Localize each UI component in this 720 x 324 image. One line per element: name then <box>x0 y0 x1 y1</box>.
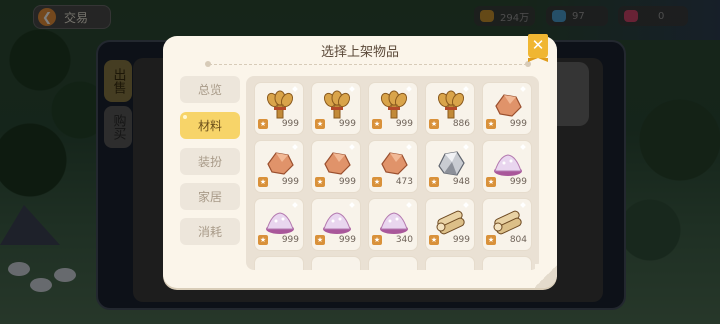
select-item-modal: 选择上架物品 ✕ 总览 材料 装扮 家居 消耗 ★ 999 ★ 999 ★ 999 ★ 886… <box>163 34 557 288</box>
category-tab-furniture[interactable]: 家居 <box>180 183 240 210</box>
wood-icon <box>492 206 524 236</box>
copper-icon <box>378 148 410 178</box>
star-badge-icon: ★ <box>315 119 325 129</box>
item-count: 999 <box>338 235 356 245</box>
star-badge-icon: ★ <box>486 235 496 245</box>
item-count: 999 <box>338 119 356 129</box>
inventory-item[interactable]: ★ 999 <box>254 82 304 135</box>
star-badge-icon: ★ <box>486 119 496 129</box>
inventory-item[interactable]: ★ 804 <box>482 198 532 251</box>
copper-icon <box>264 148 296 178</box>
inventory-item[interactable]: ★ 473 <box>368 140 418 193</box>
crystal-icon <box>378 206 410 236</box>
crystal-icon <box>321 206 353 236</box>
inventory-item[interactable]: ★ 999 <box>482 82 532 135</box>
inventory-item-partial[interactable] <box>425 256 475 270</box>
star-badge-icon: ★ <box>372 177 382 187</box>
star-badge-icon: ★ <box>315 235 325 245</box>
star-badge-icon: ★ <box>372 235 382 245</box>
inventory-item-partial[interactable] <box>368 256 418 270</box>
item-count: 999 <box>509 119 527 129</box>
item-count: 886 <box>452 119 470 129</box>
wood-icon <box>435 206 467 236</box>
star-badge-icon: ★ <box>486 177 496 187</box>
copper-icon <box>321 148 353 178</box>
inventory-item[interactable]: ★ 999 <box>311 198 361 251</box>
title-divider <box>209 64 527 65</box>
item-count: 473 <box>395 177 413 187</box>
star-badge-icon: ★ <box>315 177 325 187</box>
category-tab-consumables[interactable]: 消耗 <box>180 218 240 245</box>
category-tab-materials[interactable]: 材料 <box>180 112 240 139</box>
item-count: 999 <box>338 177 356 187</box>
inventory-item-partial[interactable] <box>482 256 532 270</box>
inventory-item[interactable]: ★ 948 <box>425 140 475 193</box>
inventory-item[interactable]: ★ 999 <box>425 198 475 251</box>
item-count: 999 <box>509 177 527 187</box>
item-count: 999 <box>281 177 299 187</box>
inventory-item[interactable]: ★ 999 <box>254 140 304 193</box>
crystal-icon <box>492 148 524 178</box>
category-tab-overview[interactable]: 总览 <box>180 76 240 103</box>
modal-title: 选择上架物品 <box>320 45 399 60</box>
item-count: 999 <box>395 119 413 129</box>
item-grid: ★ 999 ★ 999 ★ 999 ★ 886 ★ 999 ★ 999 ★ 999 ★ 473 ★ 948 ★ 999… <box>246 76 539 270</box>
star-badge-icon: ★ <box>429 177 439 187</box>
star-badge-icon: ★ <box>258 177 268 187</box>
inventory-item[interactable]: ★ 999 <box>368 82 418 135</box>
item-count: 999 <box>452 235 470 245</box>
close-button[interactable]: ✕ <box>528 34 548 62</box>
inventory-item-partial[interactable] <box>254 256 304 270</box>
item-count: 948 <box>452 177 470 187</box>
crystal-icon <box>264 206 296 236</box>
wheat-icon <box>264 90 296 120</box>
item-count: 804 <box>509 235 527 245</box>
inventory-item[interactable]: ★ 999 <box>311 140 361 193</box>
item-count: 999 <box>281 235 299 245</box>
inventory-item[interactable]: ★ 999 <box>482 140 532 193</box>
star-badge-icon: ★ <box>429 119 439 129</box>
title-dot-left <box>205 61 211 67</box>
item-count: 340 <box>395 235 413 245</box>
star-badge-icon: ★ <box>258 119 268 129</box>
silver-icon <box>435 148 467 178</box>
wheat-icon <box>321 90 353 120</box>
inventory-item[interactable]: ★ 999 <box>311 82 361 135</box>
category-tab-outfits[interactable]: 装扮 <box>180 148 240 175</box>
wheat-icon <box>378 90 410 120</box>
inventory-item-partial[interactable] <box>311 256 361 270</box>
star-badge-icon: ★ <box>372 119 382 129</box>
star-badge-icon: ★ <box>258 235 268 245</box>
wheat-icon <box>435 90 467 120</box>
item-count: 999 <box>281 119 299 129</box>
inventory-item[interactable]: ★ 340 <box>368 198 418 251</box>
copper-icon <box>492 90 524 120</box>
star-badge-icon: ★ <box>429 235 439 245</box>
inventory-item[interactable]: ★ 999 <box>254 198 304 251</box>
inventory-item[interactable]: ★ 886 <box>425 82 475 135</box>
